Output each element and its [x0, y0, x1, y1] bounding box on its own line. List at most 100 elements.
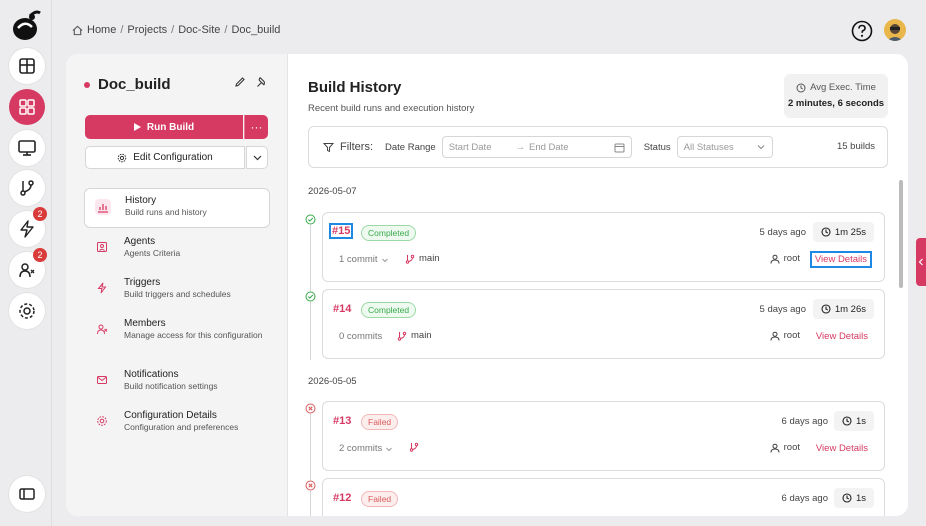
clock-icon	[842, 416, 852, 426]
nav-item-notifications[interactable]: Notifications Build notification setting…	[84, 362, 270, 402]
nav-item-configuration-details[interactable]: Configuration Details Configuration and …	[84, 403, 270, 443]
filters-label: Filters:	[340, 141, 373, 153]
clock-icon	[821, 304, 831, 314]
logo[interactable]	[10, 8, 42, 42]
branch-name: main	[419, 253, 440, 264]
date-range-label: Date Range	[385, 141, 436, 153]
dashboard-icon	[19, 58, 35, 74]
build-run-card[interactable]: #15 Completed 5 days ago 1m 25s 1 commit…	[322, 212, 885, 282]
nav-title: Agents	[124, 236, 156, 247]
monitor-button[interactable]	[9, 130, 45, 166]
build-duration: 1m 26s	[812, 299, 874, 319]
build-run-card[interactable]: #13 Failed 6 days ago 1s 2 commits root …	[322, 401, 885, 471]
builds-button[interactable]: 2	[9, 207, 47, 247]
run-options-button[interactable]: ···	[244, 115, 268, 139]
build-run-card[interactable]: #12 Failed 6 days ago 1s	[322, 478, 885, 516]
breadcrumb-project[interactable]: Doc-Site	[178, 24, 220, 36]
project-title: Doc_build	[98, 76, 171, 93]
avatar[interactable]	[884, 19, 906, 41]
calendar-icon[interactable]	[614, 142, 625, 153]
filters-bar: Filters: Date Range Start Date → End Dat…	[308, 126, 888, 168]
commits-dropdown[interactable]: 2 commits	[339, 443, 393, 454]
branches-button[interactable]	[9, 170, 45, 206]
help-icon[interactable]	[851, 20, 873, 42]
breadcrumb-home[interactable]: Home	[87, 24, 116, 36]
timeline-line	[310, 220, 311, 360]
build-duration: 1s	[833, 411, 874, 431]
play-icon	[133, 123, 141, 131]
nav-title: Members	[124, 318, 166, 329]
build-user-name: root	[783, 253, 800, 264]
chevron-left-icon	[918, 258, 923, 266]
nav-item-members[interactable]: Members Manage access for this configura…	[84, 311, 270, 361]
end-date-placeholder[interactable]: End Date	[529, 142, 569, 153]
view-details-link[interactable]: View Details	[816, 443, 868, 454]
chevron-down-icon	[381, 258, 388, 262]
builds-badge: 2	[33, 207, 47, 221]
user-icon	[770, 443, 780, 453]
settings-button[interactable]	[9, 293, 45, 329]
build-time-ago: 6 days ago	[781, 416, 828, 427]
build-number[interactable]: #14	[331, 302, 353, 316]
dashboard-button[interactable]	[9, 48, 45, 84]
status-select-value: All Statuses	[683, 141, 734, 153]
build-time-ago: 6 days ago	[781, 493, 828, 504]
start-date-placeholder[interactable]: Start Date	[449, 142, 492, 153]
build-duration-value: 1m 25s	[834, 226, 866, 238]
gear-icon	[117, 153, 127, 162]
view-details-link[interactable]: View Details	[816, 331, 868, 342]
build-number[interactable]: #12	[331, 491, 353, 505]
edit-icon[interactable]	[234, 76, 246, 88]
pin-icon[interactable]	[256, 76, 268, 88]
sidebar-toggle-button[interactable]	[9, 476, 45, 512]
scrollbar-thumb[interactable]	[899, 180, 903, 288]
configuration-dropdown[interactable]	[246, 146, 268, 169]
build-user-name: root	[783, 442, 800, 453]
build-user: root	[770, 442, 800, 453]
main-card: Doc_build Run Build ··· Edit Configurati…	[66, 54, 908, 516]
error-icon	[305, 480, 316, 491]
build-number[interactable]: #13	[331, 414, 353, 428]
build-duration-value: 1s	[855, 492, 866, 504]
view-details-link[interactable]: View Details	[809, 251, 872, 268]
lightning-icon	[20, 220, 34, 238]
edit-configuration-button[interactable]: Edit Configuration	[85, 146, 245, 169]
user-icon	[770, 254, 780, 264]
build-number[interactable]: #15	[329, 223, 354, 239]
monitor-icon	[18, 140, 36, 156]
side-panel-toggle[interactable]	[916, 238, 926, 286]
nav-item-triggers[interactable]: Triggers Build triggers and schedules	[84, 270, 270, 310]
nav-item-agents[interactable]: Agents Agents Criteria	[84, 229, 270, 269]
icon-rail: 2 2	[0, 0, 52, 526]
lightning-icon	[94, 280, 110, 296]
timeline-line	[310, 408, 311, 516]
commits-dropdown[interactable]: 1 commit	[339, 254, 389, 265]
date-group-heading: 2026-05-07	[308, 186, 357, 197]
build-count: 15 builds	[836, 141, 875, 152]
project-nav: History Build runs and history Agents Ag…	[84, 188, 270, 444]
nav-title: Notifications	[124, 369, 179, 380]
date-range-input[interactable]: Start Date → End Date	[441, 136, 632, 158]
sidebar-toggle-icon	[19, 488, 35, 500]
nav-subtitle: Build runs and history	[125, 207, 207, 217]
breadcrumb-projects[interactable]: Projects	[127, 24, 167, 36]
mail-icon	[94, 372, 110, 388]
users-button[interactable]: 2	[9, 248, 47, 288]
run-build-button[interactable]: Run Build	[85, 115, 243, 139]
scrollbar[interactable]	[899, 180, 903, 512]
breadcrumb-separator: /	[120, 24, 124, 36]
nav-title: History	[125, 195, 157, 206]
build-run-card[interactable]: #14 Completed 5 days ago 1m 26s 0 commit…	[322, 289, 885, 359]
date-group-heading: 2026-05-05	[308, 376, 357, 387]
chevron-down-icon	[253, 155, 261, 160]
clock-icon	[796, 83, 806, 92]
users-icon	[19, 263, 35, 278]
projects-button[interactable]	[9, 89, 45, 125]
error-icon	[305, 403, 316, 414]
user-icon	[770, 331, 780, 341]
build-timeline: 2026-05-07 #15 Completed 5 days ago 1m 2…	[288, 178, 908, 516]
status-select[interactable]: All Statuses	[676, 136, 773, 158]
nav-item-history[interactable]: History Build runs and history	[84, 188, 270, 228]
branch-icon	[20, 180, 34, 196]
filter-icon	[323, 142, 334, 152]
